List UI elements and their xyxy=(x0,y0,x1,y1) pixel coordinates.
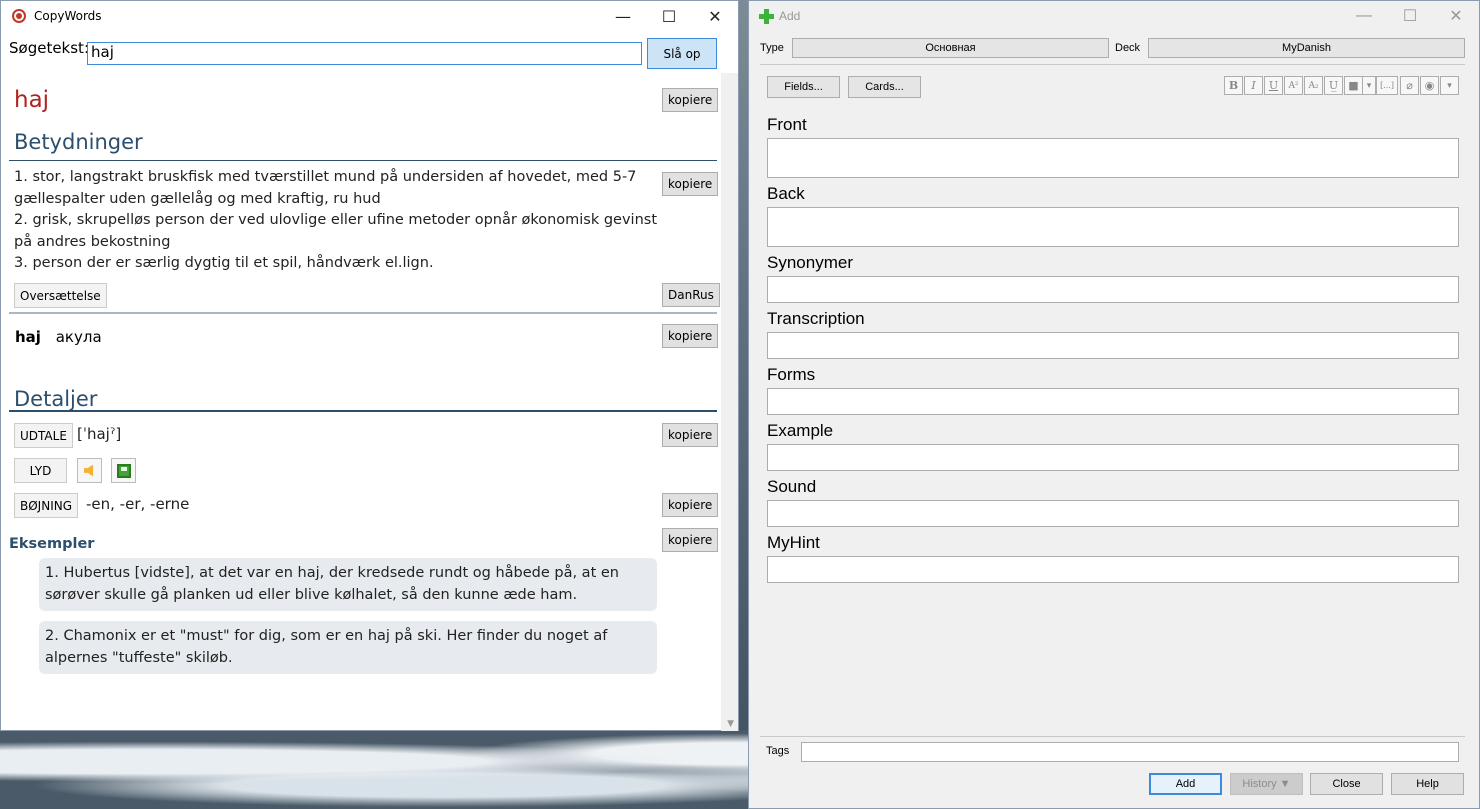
underline-button[interactable]: U xyxy=(1264,76,1283,95)
copy-inflection-button[interactable]: kopiere xyxy=(662,493,719,517)
translation-text: акула xyxy=(55,328,102,346)
attach-button[interactable]: ⌀ xyxy=(1400,76,1419,95)
myhint-field[interactable] xyxy=(767,556,1459,583)
search-input[interactable]: haj xyxy=(87,42,642,65)
translation-row: haj акула xyxy=(15,328,102,346)
divider xyxy=(9,312,717,314)
copywords-logo-icon xyxy=(12,9,26,23)
field-label-back: Back xyxy=(767,184,805,203)
copywords-window: CopyWords — ☐ ✕ Søgetekst: haj Slå op ha… xyxy=(0,0,739,731)
inflection-value: -en, -er, -erne xyxy=(86,495,190,513)
lookup-button[interactable]: Slå op xyxy=(647,38,717,69)
example-item: 1. Hubertus [vidste], at det var en haj,… xyxy=(39,558,657,611)
copy-examples-button[interactable]: kopiere xyxy=(662,528,719,552)
copy-word-button[interactable]: kopiere xyxy=(662,88,719,112)
minimize-button[interactable]: — xyxy=(1341,1,1387,31)
subscript-button[interactable]: A₂ xyxy=(1304,76,1323,95)
meaning-item: 3. person der er særlig dygtig til et sp… xyxy=(14,255,434,271)
transcription-field[interactable] xyxy=(767,332,1459,359)
tags-label: Tags xyxy=(766,745,790,757)
scrollbar[interactable]: ▼ xyxy=(721,73,738,731)
save-sound-button[interactable] xyxy=(111,458,136,483)
copy-pronunciation-button[interactable]: kopiere xyxy=(662,423,719,447)
plus-icon xyxy=(759,8,774,24)
help-button[interactable]: Help xyxy=(1391,773,1464,795)
copy-translation-button[interactable]: kopiere xyxy=(662,324,719,348)
field-label-synonymer: Synonymer xyxy=(767,253,853,272)
meaning-item: 1. stor, langstrakt bruskfisk med tværst… xyxy=(14,169,637,207)
bold-button[interactable]: B xyxy=(1224,76,1243,95)
window-controls: — ☐ ✕ xyxy=(1341,1,1479,31)
copy-meanings-button[interactable]: kopiere xyxy=(662,172,719,196)
field-label-transcription: Transcription xyxy=(767,309,865,328)
headword: haj xyxy=(14,87,50,113)
maximize-button[interactable]: ☐ xyxy=(1387,1,1433,31)
chevron-down-icon[interactable]: ▼ xyxy=(727,719,734,729)
save-icon xyxy=(116,463,131,478)
text-color-button[interactable]: ■ xyxy=(1344,76,1363,95)
deck-label: Deck xyxy=(1115,42,1141,54)
add-button[interactable]: Add xyxy=(1149,773,1222,795)
example-field[interactable] xyxy=(767,444,1459,471)
forms-field[interactable] xyxy=(767,388,1459,415)
search-row: Søgetekst: xyxy=(9,39,89,57)
examples-heading: Eksempler xyxy=(9,536,95,552)
example-item: 2. Chamonix er et "must" for dig, som er… xyxy=(39,621,657,674)
field-label-front: Front xyxy=(767,115,807,134)
meaning-item: 2. grisk, skrupelløs person der ved ulov… xyxy=(14,212,658,250)
type-selector[interactable]: Основная xyxy=(792,38,1109,58)
maximize-button[interactable]: ☐ xyxy=(646,1,692,31)
translation-word: haj xyxy=(15,328,41,346)
record-button[interactable]: ◉ xyxy=(1420,76,1439,95)
superscript-button[interactable]: A² xyxy=(1284,76,1303,95)
tags-input[interactable] xyxy=(801,742,1459,762)
deck-selector[interactable]: MyDanish xyxy=(1148,38,1465,58)
divider xyxy=(760,64,1465,65)
window-title: Add xyxy=(779,9,801,23)
meanings-list: 1. stor, langstrakt bruskfisk med tværst… xyxy=(14,167,664,275)
front-field[interactable] xyxy=(767,138,1459,178)
close-button[interactable]: ✕ xyxy=(1433,1,1479,31)
speaker-icon xyxy=(83,464,94,477)
inflection-label: BØJNING xyxy=(14,493,79,518)
play-sound-button[interactable] xyxy=(77,458,102,483)
divider xyxy=(9,410,717,412)
cloze-button[interactable]: [...] xyxy=(1376,76,1398,95)
sound-field[interactable] xyxy=(767,500,1459,527)
meanings-heading: Betydninger xyxy=(14,130,143,154)
pronunciation-value: [ˈhajˀ] xyxy=(77,425,122,443)
divider xyxy=(9,160,717,161)
color-dropdown-button[interactable]: ▾ xyxy=(1362,76,1376,95)
dictionary-button[interactable]: DanRus xyxy=(662,283,720,307)
field-label-myhint: MyHint xyxy=(767,533,820,552)
pronunciation-label: UDTALE xyxy=(14,423,73,448)
divider xyxy=(760,736,1465,737)
window-controls: — ☐ ✕ xyxy=(600,1,738,31)
more-button[interactable]: ▾ xyxy=(1440,76,1459,95)
history-button[interactable]: History ▼ xyxy=(1230,773,1303,795)
field-label-sound: Sound xyxy=(767,477,817,496)
details-heading: Detaljer xyxy=(14,387,98,411)
window-title: CopyWords xyxy=(34,9,102,23)
minimize-button[interactable]: — xyxy=(600,1,646,31)
fields-button[interactable]: Fields... xyxy=(767,76,840,98)
sound-label: LYD xyxy=(14,458,67,483)
field-label-forms: Forms xyxy=(767,365,816,384)
translate-button[interactable]: Oversættelse xyxy=(14,283,107,308)
field-label-example: Example xyxy=(767,421,834,440)
cards-button[interactable]: Cards... xyxy=(848,76,921,98)
search-label: Søgetekst: xyxy=(9,39,89,57)
clear-format-button[interactable]: U̲ xyxy=(1324,76,1343,95)
back-field[interactable] xyxy=(767,207,1459,247)
italic-button[interactable]: I xyxy=(1244,76,1263,95)
type-label: Type xyxy=(760,42,784,54)
synonymer-field[interactable] xyxy=(767,276,1459,303)
close-button[interactable]: ✕ xyxy=(692,1,738,31)
close-dialog-button[interactable]: Close xyxy=(1310,773,1383,795)
